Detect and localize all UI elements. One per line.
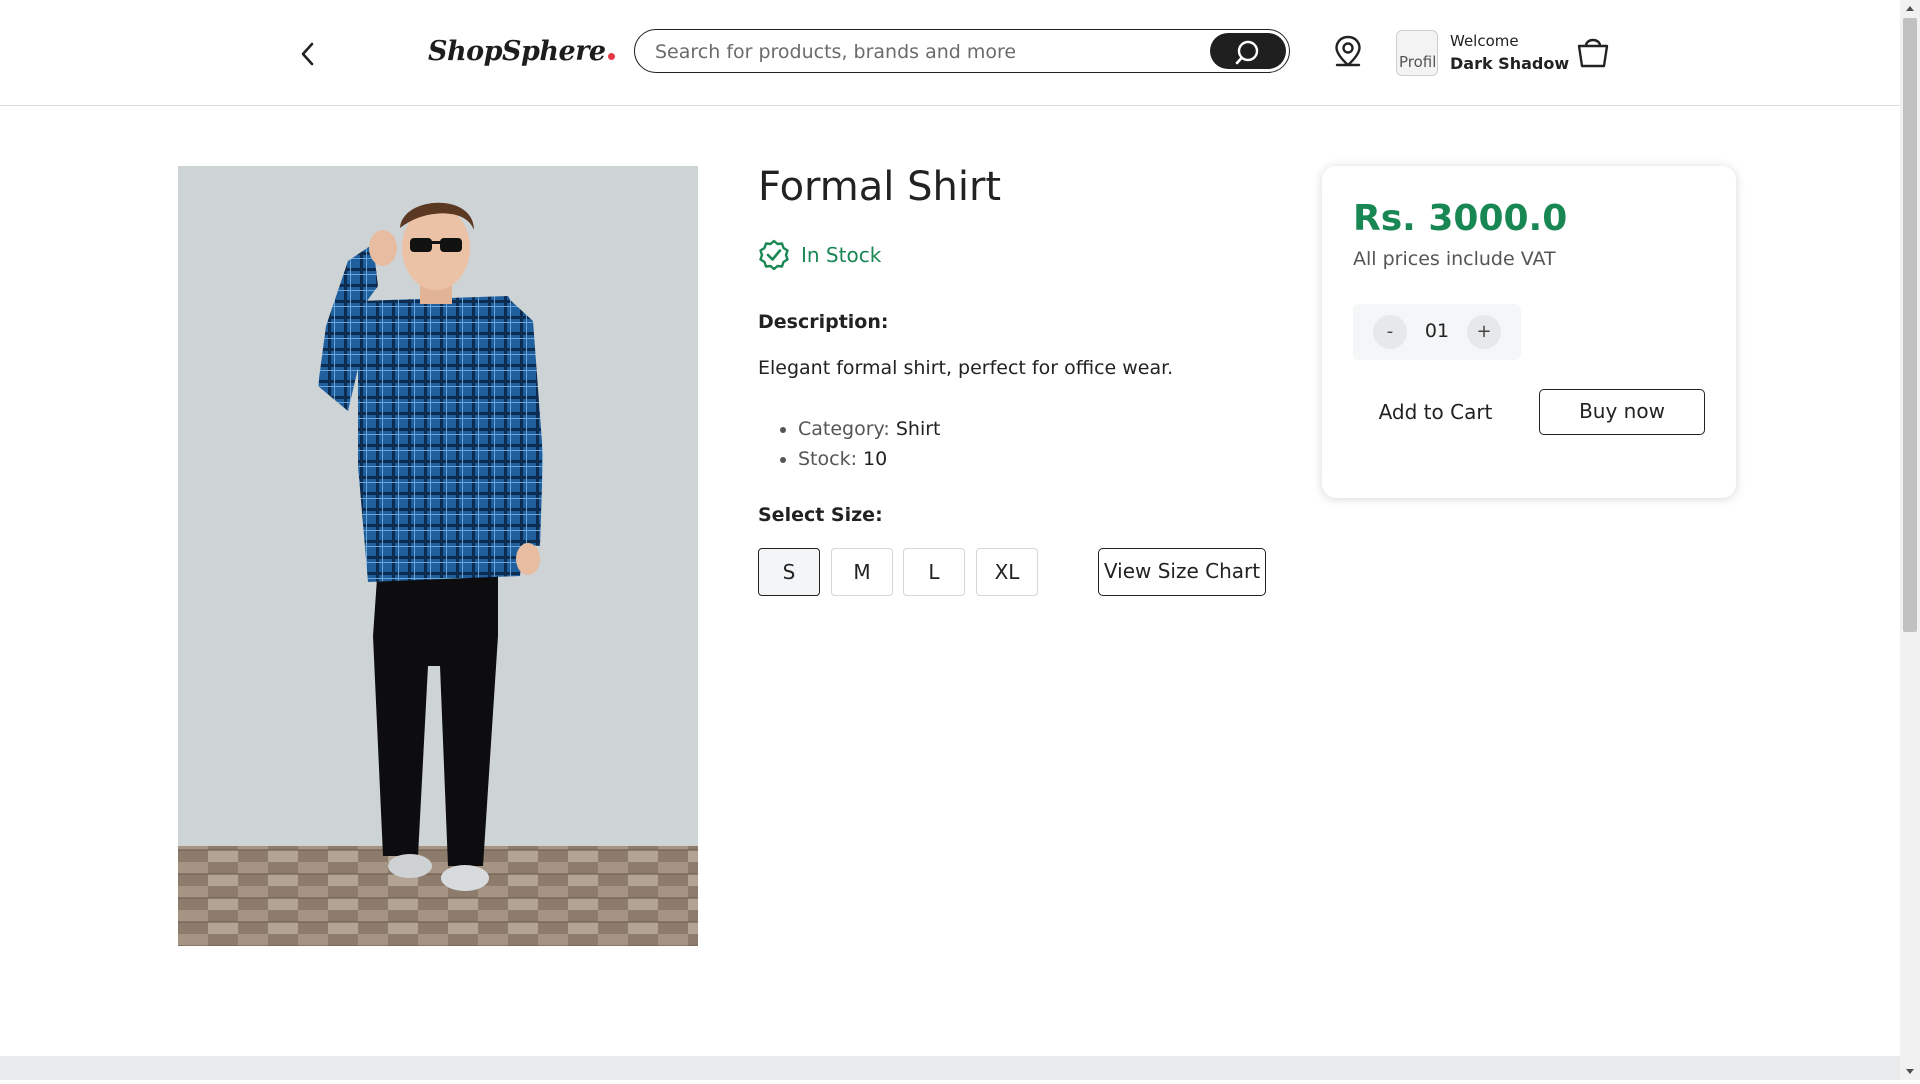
view-size-chart-button[interactable]: View Size Chart [1098, 548, 1266, 596]
list-item: Stock: 10 [798, 444, 941, 474]
scrollbar-thumb[interactable] [1903, 18, 1917, 632]
quantity-increase-button[interactable]: + [1467, 315, 1501, 349]
meta-label-category: Category: [798, 418, 890, 440]
brand-logo-dot [607, 53, 615, 60]
vat-note: All prices include VAT [1353, 248, 1556, 270]
chevron-left-icon [301, 42, 314, 66]
purchase-card: Rs. 3000.0 All prices include VAT - 01 +… [1322, 166, 1736, 498]
product-image [178, 166, 698, 946]
size-option-s[interactable]: S [758, 548, 820, 596]
search-button[interactable] [1210, 33, 1286, 69]
avatar-alt-text: Profile [1399, 53, 1437, 71]
meta-value-category: Shirt [895, 418, 941, 440]
site-header: ShopSphere Profile Welcome Dark Shadow [0, 0, 1900, 106]
product-title: Formal Shirt [758, 164, 1002, 210]
triangle-down-icon [1906, 1069, 1914, 1074]
shopping-bag-icon [1577, 38, 1609, 68]
scroll-down-button[interactable] [1900, 1062, 1920, 1080]
product-meta-list: Category: Shirt Stock: 10 [758, 414, 941, 474]
user-name[interactable]: Dark Shadow [1450, 54, 1569, 73]
description-heading: Description: [758, 311, 889, 333]
description-text: Elegant formal shirt, perfect for office… [758, 357, 1174, 379]
size-option-l[interactable]: L [903, 548, 965, 596]
product-price: Rs. 3000.0 [1353, 198, 1568, 239]
welcome-label: Welcome [1450, 32, 1519, 50]
stock-status-text: In Stock [801, 243, 882, 267]
location-pin-icon [1335, 35, 1361, 67]
avatar[interactable]: Profile [1396, 30, 1438, 76]
meta-value-stock: 10 [863, 448, 888, 470]
add-to-cart-button[interactable]: Add to Cart [1353, 389, 1518, 435]
search-input[interactable] [653, 30, 1217, 73]
list-item: Category: Shirt [798, 414, 941, 444]
quantity-stepper: - 01 + [1353, 304, 1521, 360]
brand-logo[interactable]: ShopSphere [428, 36, 615, 67]
footer-strip [0, 1056, 1900, 1080]
buy-now-button[interactable]: Buy now [1539, 389, 1705, 435]
scroll-up-button[interactable] [1900, 0, 1920, 18]
size-heading: Select Size: [758, 504, 883, 526]
size-option-xl[interactable]: XL [976, 548, 1038, 596]
meta-label-stock: Stock: [798, 448, 857, 470]
location-button[interactable] [1333, 35, 1363, 69]
check-badge-icon [759, 239, 789, 271]
size-option-m[interactable]: M [831, 548, 893, 596]
back-button[interactable] [293, 36, 323, 72]
search-bar [634, 29, 1290, 73]
page-scrollbar[interactable] [1900, 0, 1920, 1080]
search-icon [1235, 40, 1259, 65]
cart-button[interactable] [1576, 33, 1610, 69]
brand-logo-text: ShopSphere [428, 36, 606, 67]
triangle-up-icon [1906, 6, 1914, 11]
